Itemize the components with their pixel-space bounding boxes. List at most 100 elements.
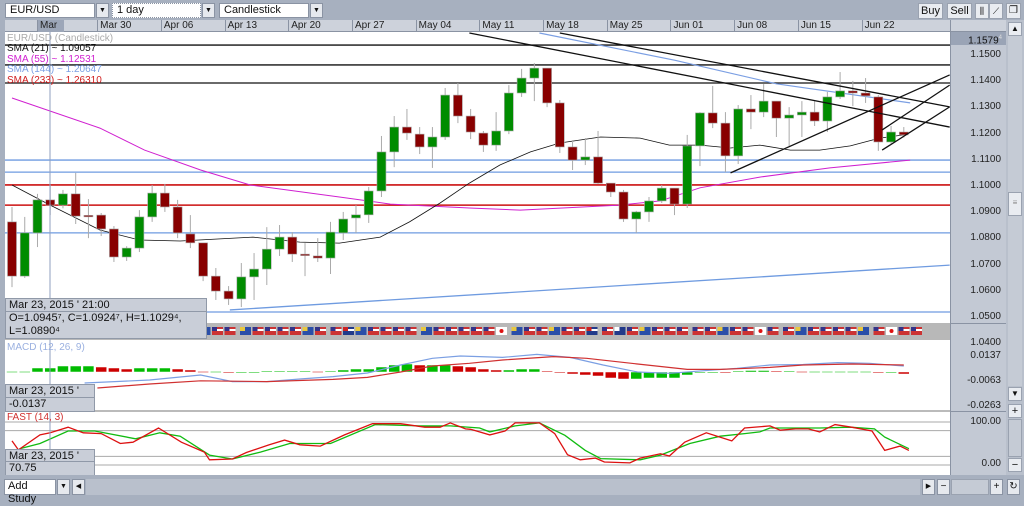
- candle-up: [682, 145, 693, 205]
- add-study-arrow-icon[interactable]: ▼: [57, 479, 70, 495]
- gb-flag-icon: [343, 327, 354, 335]
- interval-dropdown-arrow-icon[interactable]: ▼: [202, 3, 215, 18]
- stoch-scale-label: 0.00: [981, 458, 1001, 469]
- horizontal-zoom-slider[interactable]: [951, 479, 989, 495]
- macd-histogram-bar: [757, 370, 770, 373]
- flag-canton: [677, 327, 682, 331]
- crosshair-date-label: Mar 24: [37, 20, 64, 43]
- eu-flag-icon: [421, 327, 432, 335]
- scroll-thumb[interactable]: ≡: [1008, 192, 1022, 216]
- chart-type-select[interactable]: Candlestick: [219, 3, 309, 18]
- detach-window-icon[interactable]: ❐: [1006, 3, 1021, 19]
- candle-tool-icon[interactable]: ⫼: [975, 3, 989, 19]
- us-flag-icon: [873, 327, 885, 335]
- macd-histogram-bar: [592, 371, 604, 377]
- macd-histogram-bar: [108, 367, 120, 373]
- candle-up: [504, 92, 514, 132]
- au-flag-icon: [614, 327, 626, 335]
- price-tick-label: 1.1100: [971, 153, 1001, 165]
- macd-histogram-bar: [859, 371, 872, 373]
- macd-histogram-bar: [706, 371, 719, 374]
- zoom-in-vertical-icon[interactable]: +: [1008, 404, 1022, 418]
- flag-canton: [717, 327, 723, 331]
- us-flag-icon: [330, 327, 342, 335]
- us-flag-icon: [783, 327, 794, 335]
- chart-type-dropdown-arrow-icon[interactable]: ▼: [310, 3, 323, 18]
- candle-up: [427, 136, 438, 148]
- reset-zoom-icon[interactable]: ↻: [1007, 479, 1020, 495]
- price-axis: 1.15794 1.1500 1.1400 1.1300 1.1200 1.1100 1.…: [950, 32, 1006, 475]
- macd-histogram-bar: [210, 371, 222, 373]
- indicator-legend-label: SMA (21) ~ 1.09057: [7, 43, 97, 54]
- flag-canton: [549, 327, 554, 331]
- zoom-out-vertical-icon[interactable]: −: [1008, 458, 1022, 472]
- scroll-down-icon[interactable]: ▼: [1008, 387, 1022, 401]
- add-study-select[interactable]: Add Study: [4, 479, 56, 505]
- stoch-panel-bg: [5, 412, 950, 475]
- flag-canton: [730, 327, 735, 331]
- flag-canton: [421, 327, 426, 331]
- macd-histogram-bar: [324, 370, 337, 373]
- flag-canton: [458, 327, 464, 331]
- us-flag-icon: [393, 327, 404, 335]
- flag-canton: [574, 327, 579, 331]
- flag-canton: [639, 327, 645, 331]
- vertical-scrollbar[interactable]: ▲ ≡ ▼ + −: [1006, 20, 1024, 475]
- buy-button[interactable]: Buy: [918, 3, 943, 19]
- candle-down: [809, 111, 820, 122]
- macd-histogram-bar: [541, 370, 553, 373]
- flag-canton: [330, 327, 336, 331]
- indicator-legend-label: SMA (55) ~ 1.12531: [7, 53, 97, 65]
- chart-area[interactable]: [5, 32, 950, 475]
- current-price-label: 1.15794: [951, 32, 1006, 46]
- us-flag-icon: [574, 327, 585, 335]
- us-flag-icon: [471, 327, 482, 335]
- candle-up: [784, 114, 794, 119]
- us-flag-icon: [845, 327, 857, 335]
- sell-button[interactable]: Sell: [947, 3, 972, 19]
- horizontal-scrollbar[interactable]: [86, 479, 920, 495]
- candle-down: [96, 214, 106, 230]
- symbol-dropdown-arrow-icon[interactable]: ▼: [96, 3, 109, 18]
- stoch-scale-label: 100.00: [970, 416, 1001, 427]
- flag-canton: [873, 327, 879, 331]
- candle-up: [529, 67, 540, 79]
- price-tick-label: 1.0600: [970, 284, 1001, 296]
- scroll-up-icon[interactable]: ▲: [1008, 22, 1022, 36]
- candle-up: [32, 199, 43, 234]
- zoom-out-horizontal-icon[interactable]: −: [937, 479, 950, 495]
- ohlc-readout: O=1.0945⁷, C=1.0924⁷, H=1.1029⁴, L=1.089…: [5, 311, 207, 339]
- macd-histogram-bar: [821, 371, 834, 373]
- symbol-select[interactable]: EUR/USD: [5, 3, 95, 18]
- macd-histogram-bar: [796, 371, 808, 373]
- flag-canton: [614, 327, 620, 331]
- candle-up: [631, 211, 642, 220]
- flag-canton: [524, 327, 529, 331]
- macd-histogram-bar: [732, 370, 744, 373]
- flag-canton: [433, 327, 439, 331]
- date-tick-label: Apr 27: [351, 20, 412, 32]
- flag-canton: [393, 327, 398, 331]
- draw-line-icon[interactable]: ⟋: [989, 3, 1003, 19]
- us-flag-icon: [820, 327, 832, 335]
- flag-canton: [692, 327, 698, 331]
- macd-histogram-bar: [261, 370, 273, 373]
- candle-down: [223, 290, 234, 300]
- candle-up: [376, 151, 387, 192]
- scroll-left-icon[interactable]: ◀: [72, 479, 85, 495]
- stoch-value: 70.75: [5, 461, 95, 476]
- scroll-right-icon[interactable]: ▶: [922, 479, 935, 495]
- interval-select[interactable]: 1 day: [112, 3, 201, 18]
- flag-canton: [820, 327, 826, 331]
- vertical-zoom-slider[interactable]: [1008, 419, 1022, 457]
- zoom-in-horizontal-icon[interactable]: +: [990, 479, 1003, 495]
- stoch-title: FAST (14, 3): [7, 412, 64, 423]
- macd-histogram-bar: [337, 369, 349, 373]
- candle-down: [873, 96, 884, 143]
- us-flag-icon: [898, 327, 910, 335]
- axis-corner: [950, 20, 1006, 32]
- flag-canton: [405, 327, 411, 331]
- macd-histogram-bar: [286, 370, 299, 373]
- date-tick-label: May 25: [606, 20, 667, 32]
- candle-up: [389, 126, 400, 153]
